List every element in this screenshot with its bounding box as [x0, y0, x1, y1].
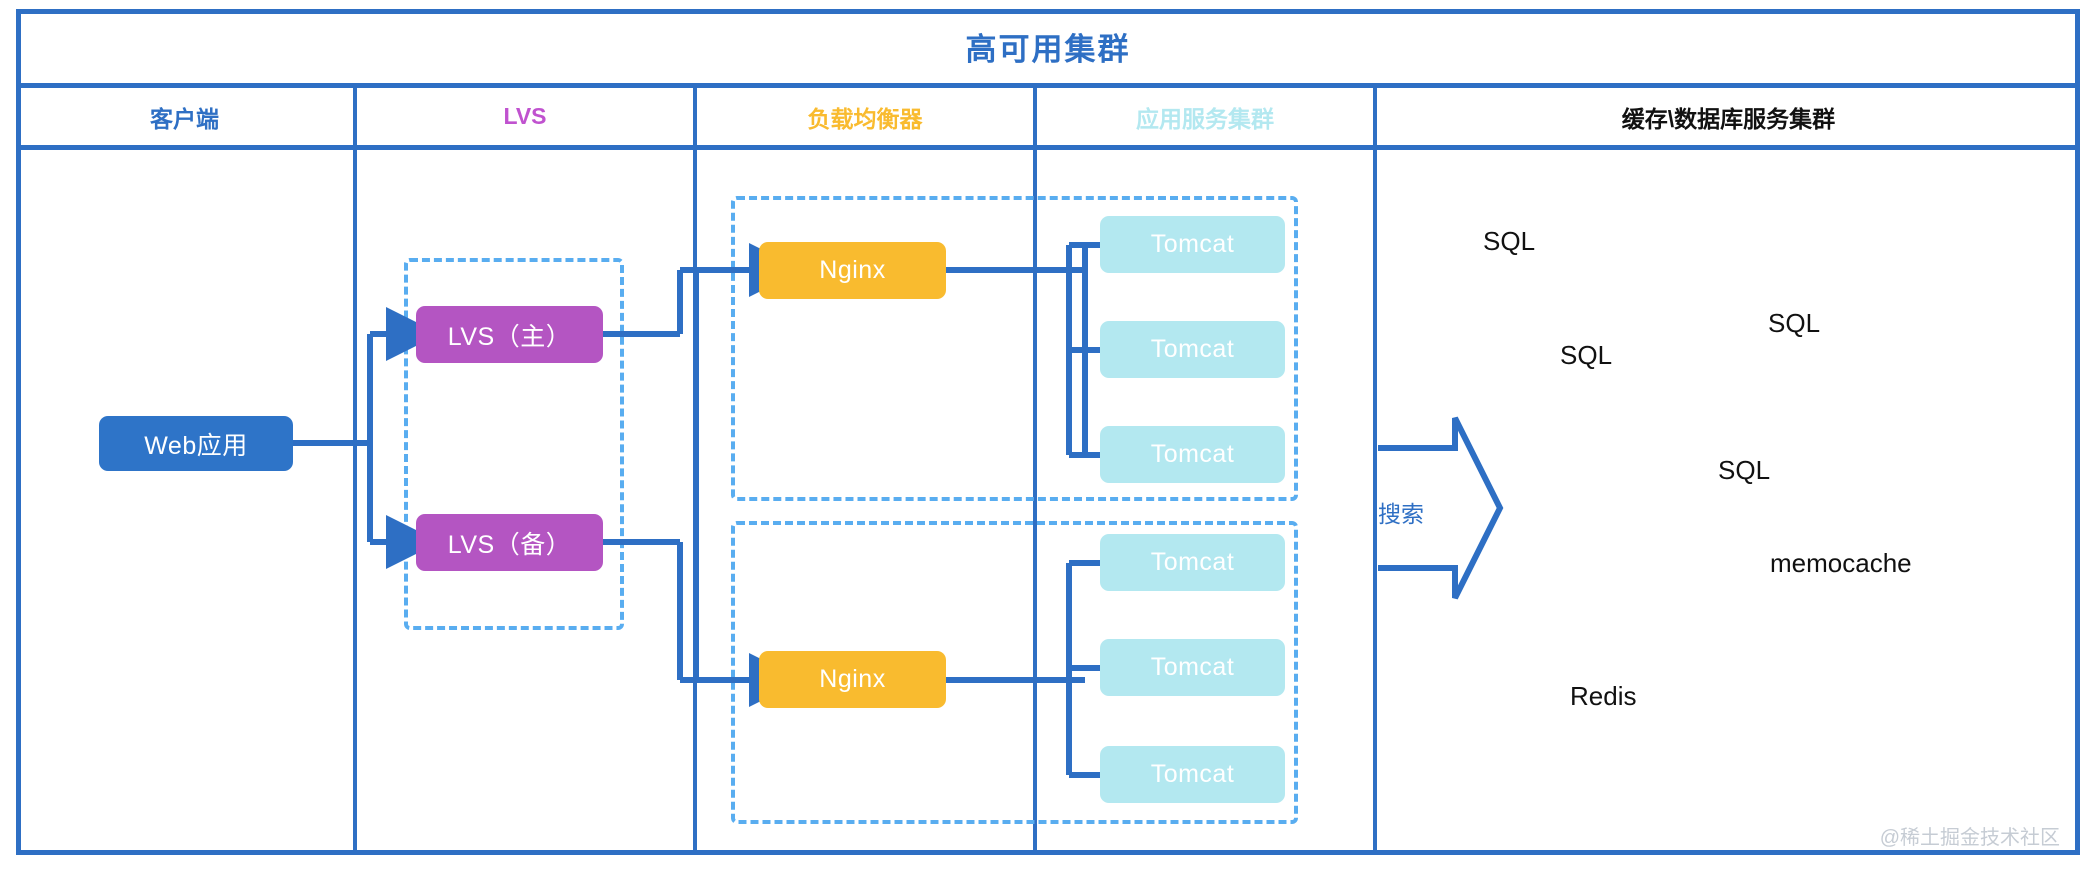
- node-nginx-bottom-label: Nginx: [819, 665, 886, 693]
- column-header-lvs: LVS: [353, 88, 693, 145]
- node-tomcat-4-label: Tomcat: [1150, 548, 1235, 576]
- column-divider-2: [693, 150, 697, 855]
- diagram-canvas: 高可用集群 客户端 LVS 负载均衡器 应用服务集群 缓存\数据库服务集群 We…: [0, 0, 2098, 874]
- node-tomcat-6[interactable]: Tomcat: [1100, 746, 1285, 803]
- node-nginx-bottom[interactable]: Nginx: [759, 651, 946, 708]
- datastore-label: Redis: [1570, 681, 1637, 711]
- node-tomcat-5[interactable]: Tomcat: [1100, 639, 1285, 696]
- column-header-app-cluster-label: 应用服务集群: [1136, 105, 1274, 132]
- search-arrow-label: 搜索: [1378, 501, 1424, 527]
- node-tomcat-2-label: Tomcat: [1150, 335, 1235, 363]
- node-tomcat-1[interactable]: Tomcat: [1100, 216, 1285, 273]
- node-tomcat-3[interactable]: Tomcat: [1100, 426, 1285, 483]
- node-lvs-primary-label: LVS（主）: [447, 322, 572, 351]
- node-tomcat-3-label: Tomcat: [1150, 440, 1235, 468]
- datastore-label: memocache: [1770, 548, 1912, 578]
- node-lvs-primary[interactable]: LVS（主）: [416, 306, 603, 363]
- datastore-label: SQL: [1768, 308, 1821, 338]
- node-tomcat-2[interactable]: Tomcat: [1100, 321, 1285, 378]
- node-nginx-top[interactable]: Nginx: [759, 242, 946, 299]
- node-tomcat-4[interactable]: Tomcat: [1100, 534, 1285, 591]
- node-nginx-top-label: Nginx: [819, 256, 886, 284]
- column-header-datastore: 缓存\数据库服务集群: [1373, 88, 2080, 145]
- column-header-load-balancer-label: 负载均衡器: [807, 105, 923, 132]
- column-header-row: 客户端 LVS 负载均衡器 应用服务集群 缓存\数据库服务集群: [16, 88, 2080, 150]
- datastore-label: SQL: [1560, 340, 1613, 370]
- node-web-app-label: Web应用: [144, 431, 248, 460]
- page-title: 高可用集群: [965, 31, 1131, 67]
- column-header-load-balancer: 负载均衡器: [693, 88, 1033, 145]
- datastore-label: SQL: [1718, 455, 1771, 485]
- watermark: @稀土掘金技术社区: [1879, 827, 2060, 849]
- node-lvs-backup-label: LVS（备）: [447, 530, 572, 559]
- node-lvs-backup[interactable]: LVS（备）: [416, 514, 603, 571]
- node-web-app[interactable]: Web应用: [99, 416, 293, 471]
- column-header-lvs-label: LVS: [503, 103, 547, 129]
- diagram-title-row: 高可用集群: [16, 9, 2080, 88]
- column-header-app-cluster: 应用服务集群: [1033, 88, 1373, 145]
- datastore-label: SQL: [1483, 226, 1536, 256]
- node-tomcat-6-label: Tomcat: [1150, 760, 1235, 788]
- node-tomcat-1-label: Tomcat: [1150, 230, 1235, 258]
- column-divider-1: [353, 150, 357, 855]
- node-tomcat-5-label: Tomcat: [1150, 653, 1235, 681]
- column-header-client-label: 客户端: [150, 105, 219, 132]
- column-header-datastore-label: 缓存\数据库服务集群: [1621, 105, 1836, 132]
- column-divider-4: [1373, 150, 1377, 855]
- column-header-client: 客户端: [16, 88, 353, 145]
